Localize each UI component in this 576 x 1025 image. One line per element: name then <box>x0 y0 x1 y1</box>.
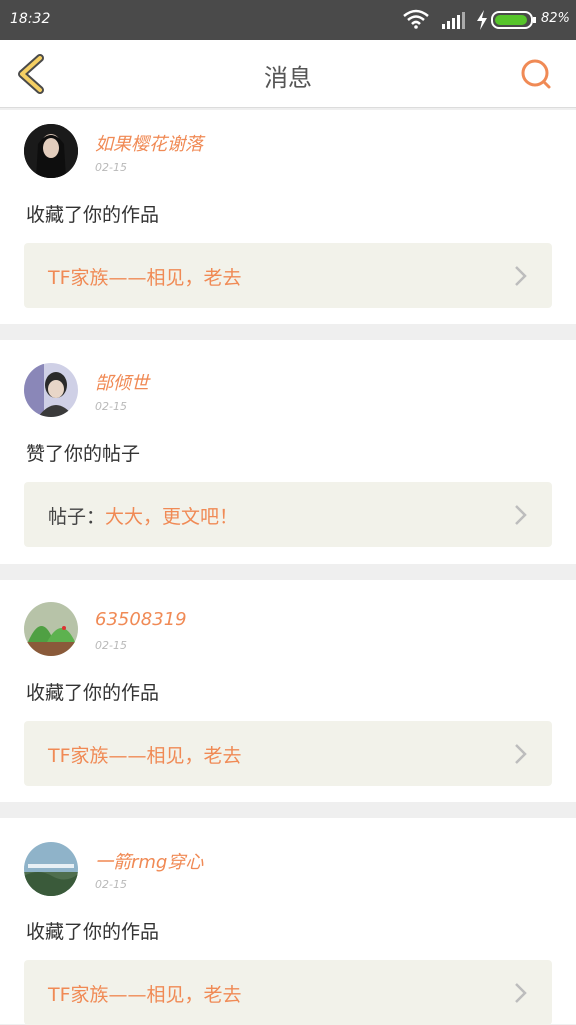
chevron-right-icon <box>514 265 528 291</box>
battery-percent: 82% <box>541 11 570 26</box>
quote-content: 大大，更文吧！ <box>105 506 239 528</box>
avatar[interactable] <box>24 602 78 656</box>
notification-card: 如果樱花谢落 02-15 收藏了你的作品 TF家族——相见，老去 <box>0 110 576 324</box>
avatar[interactable] <box>24 842 78 896</box>
quoted-post[interactable]: 帖子：大大，更文吧！ <box>24 482 552 547</box>
wifi-icon <box>402 9 430 33</box>
timestamp: 02-15 <box>95 400 127 413</box>
quote-content: TF家族——相见，老去 <box>48 745 242 767</box>
username[interactable]: 如果樱花谢落 <box>95 130 203 156</box>
quote-content: TF家族——相见，老去 <box>48 984 242 1006</box>
notification-card: 63508319 02-15 收藏了你的作品 TF家族——相见，老去 <box>0 580 576 802</box>
charging-icon <box>476 10 488 34</box>
quote-text: TF家族——相见，老去 <box>48 741 242 768</box>
timestamp: 02-15 <box>95 161 127 174</box>
action-text: 收藏了你的作品 <box>26 921 160 943</box>
app-header: 消息 <box>0 40 576 108</box>
avatar[interactable] <box>24 363 78 417</box>
username[interactable]: 郜倾世 <box>95 369 149 395</box>
action-text: 赞了你的帖子 <box>26 443 141 465</box>
chevron-right-icon <box>514 982 528 1008</box>
quoted-work[interactable]: TF家族——相见，老去 <box>24 960 552 1025</box>
action-text: 收藏了你的作品 <box>26 682 160 704</box>
quote-content: TF家族——相见，老去 <box>48 267 242 289</box>
quote-text: TF家族——相见，老去 <box>48 980 242 1007</box>
status-time: 18:32 <box>10 11 51 27</box>
quote-text: 帖子：大大，更文吧！ <box>48 502 238 529</box>
search-icon[interactable] <box>518 56 554 96</box>
status-bar: 18:32 82% <box>0 0 576 40</box>
chevron-right-icon <box>514 743 528 769</box>
quoted-work[interactable]: TF家族——相见，老去 <box>24 243 552 308</box>
notification-card: 一箭rmg穿心 02-15 收藏了你的作品 TF家族——相见，老去 <box>0 818 576 1025</box>
notification-card: 郜倾世 02-15 赞了你的帖子 帖子：大大，更文吧！ <box>0 340 576 564</box>
page-title: 消息 <box>264 64 312 92</box>
username[interactable]: 63508319 <box>95 609 187 630</box>
avatar[interactable] <box>24 124 78 178</box>
quote-text: TF家族——相见，老去 <box>48 263 242 290</box>
chevron-right-icon <box>514 504 528 530</box>
quote-prefix: 帖子： <box>48 506 106 528</box>
quoted-work[interactable]: TF家族——相见，老去 <box>24 721 552 786</box>
username[interactable]: 一箭rmg穿心 <box>95 848 203 874</box>
signal-icon <box>441 10 467 34</box>
timestamp: 02-15 <box>95 639 127 652</box>
action-text: 收藏了你的作品 <box>26 204 160 226</box>
battery-icon <box>491 11 537 33</box>
timestamp: 02-15 <box>95 878 127 891</box>
